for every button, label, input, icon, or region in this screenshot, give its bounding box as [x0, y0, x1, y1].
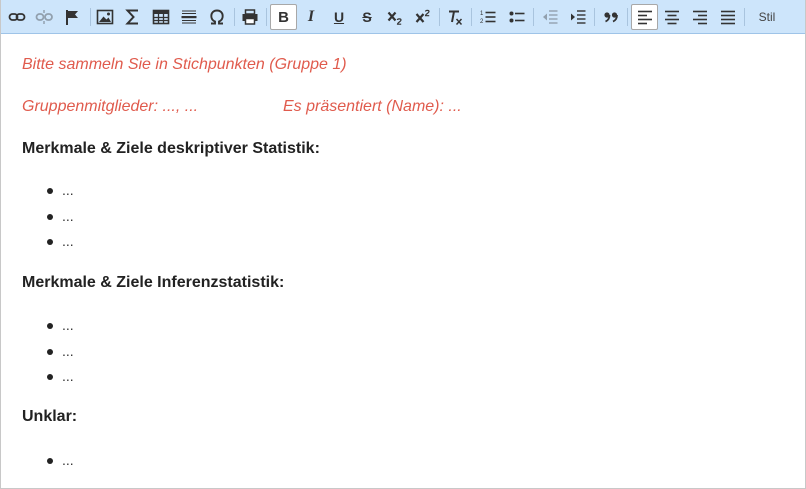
rich-text-editor: B I U S 12 Stil Bitte sammeln Sie in Sti…	[0, 0, 806, 489]
svg-text:2: 2	[480, 19, 484, 25]
toolbar-separator	[90, 8, 91, 26]
toolbar-separator	[594, 8, 595, 26]
group-members-text: Gruppenmitglieder: ..., ...	[22, 98, 199, 115]
superscript-icon[interactable]	[411, 4, 435, 30]
align-left-icon[interactable]	[631, 4, 658, 30]
align-justify-icon[interactable]	[716, 4, 740, 30]
heading-inferential-statistics: Merkmale & Ziele Inferenzstatistik:	[22, 274, 285, 291]
bold-label: B	[278, 8, 289, 26]
align-center-icon[interactable]	[660, 4, 684, 30]
italic-icon[interactable]: I	[299, 4, 323, 30]
table-icon[interactable]	[149, 4, 173, 30]
list-item: ...	[44, 451, 74, 477]
list-item: ...	[44, 207, 74, 233]
editor-toolbar: B I U S 12 Stil	[1, 0, 805, 34]
toolbar-separator	[234, 8, 235, 26]
style-dropdown[interactable]: Stil	[749, 4, 785, 30]
underline-label: U	[333, 9, 345, 25]
image-icon[interactable]	[93, 4, 117, 30]
align-right-icon[interactable]	[688, 4, 712, 30]
unlink-icon[interactable]	[32, 4, 56, 30]
toolbar-separator	[266, 8, 267, 26]
list-item: ...	[44, 342, 74, 368]
heading-descriptive-statistics: Merkmale & Ziele deskriptiver Statistik:	[22, 140, 320, 157]
instruction-text: Bitte sammeln Sie in Stichpunkten (Grupp…	[22, 56, 347, 73]
list-item: ...	[44, 232, 74, 258]
subscript-icon[interactable]	[383, 4, 407, 30]
omega-icon[interactable]	[205, 4, 229, 30]
indent-icon[interactable]	[566, 4, 590, 30]
list-item: ...	[44, 367, 74, 393]
link-icon[interactable]	[5, 4, 29, 30]
numbered-list-icon[interactable]: 12	[476, 4, 500, 30]
heading-unclear: Unklar:	[22, 408, 78, 425]
bold-icon[interactable]: B	[270, 4, 297, 30]
list-item: ...	[44, 316, 74, 342]
list-unclear: ...	[44, 451, 74, 477]
style-dropdown-label: Stil	[758, 10, 776, 24]
toolbar-separator	[439, 8, 440, 26]
strike-label: S	[362, 9, 372, 25]
print-icon[interactable]	[238, 4, 262, 30]
toolbar-separator	[471, 8, 472, 26]
list-item: ...	[44, 181, 74, 207]
list-inferential-statistics: ... ... ...	[44, 316, 74, 393]
toolbar-separator	[627, 8, 628, 26]
underline-icon[interactable]: U	[327, 4, 351, 30]
blockquote-icon[interactable]	[599, 4, 623, 30]
italic-label: I	[307, 8, 315, 25]
sigma-icon[interactable]	[121, 4, 145, 30]
anchor-flag-icon[interactable]	[60, 4, 84, 30]
svg-text:1: 1	[480, 11, 484, 17]
horizontal-rule-icon[interactable]	[177, 4, 201, 30]
strikethrough-icon[interactable]: S	[355, 4, 379, 30]
list-descriptive-statistics: ... ... ...	[44, 181, 74, 258]
bulleted-list-icon[interactable]	[505, 4, 529, 30]
toolbar-separator	[533, 8, 534, 26]
members-line: Gruppenmitglieder: ..., ... Es präsentie…	[22, 98, 462, 116]
presenter-text: Es präsentiert (Name): ...	[283, 98, 462, 115]
remove-format-icon[interactable]	[443, 4, 467, 30]
outdent-icon[interactable]	[538, 4, 562, 30]
toolbar-separator	[744, 8, 745, 26]
